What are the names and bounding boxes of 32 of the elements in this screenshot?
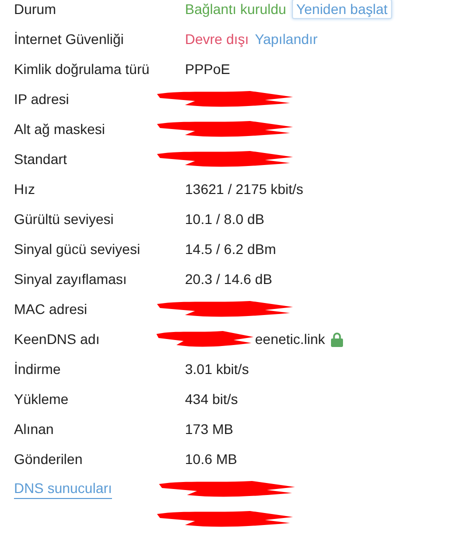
field-label: Kimlik doğrulama türü: [14, 61, 150, 77]
lock-icon: [331, 332, 344, 346]
field-value: 10.1 / 8.0 dB: [185, 211, 264, 227]
dns-servers-link[interactable]: DNS sunucuları: [14, 480, 112, 498]
status-text: Bağlantı kuruldu: [185, 1, 286, 17]
field-label: Durum: [14, 1, 58, 17]
field-label: IP adresi: [14, 91, 70, 107]
field-value: 3.01 kbit/s: [185, 361, 249, 377]
field-label: Gönderilen: [14, 451, 84, 467]
field-label: Alt ağ maskesi: [14, 121, 106, 137]
field-label: Standart: [14, 151, 68, 167]
field-value: 14.5 / 6.2 dBm: [185, 241, 276, 257]
field-label: Gürültü seviyesi: [14, 211, 115, 227]
field-label: İnternet Güvenliği: [14, 31, 125, 47]
field-label: KeenDNS adı: [14, 331, 101, 347]
field-value: 20.3 / 14.6 dB: [185, 271, 272, 287]
field-value: 173 MB: [185, 421, 234, 437]
field-value: eenetic.link: [255, 331, 326, 347]
field-value: PPPoE: [185, 61, 230, 77]
field-label: Hız: [14, 181, 36, 197]
field-label: Sinyal gücü seviyesi: [14, 241, 142, 257]
field-label: Yükleme: [14, 391, 70, 407]
field-label: Alınan: [14, 421, 55, 437]
field-label: MAC adresi: [14, 301, 88, 317]
restart-button[interactable]: Yeniden başlat: [292, 0, 392, 19]
field-value: 434 bit/s: [185, 391, 238, 407]
field-value: 13621 / 2175 kbit/s: [185, 181, 304, 197]
field-label: İndirme: [14, 361, 62, 377]
field-value: 10.6 MB: [185, 451, 238, 467]
field-label: Sinyal zayıflaması: [14, 271, 128, 287]
configure-link[interactable]: Yapılandır: [254, 31, 318, 47]
status-text: Devre dışı: [185, 31, 249, 47]
